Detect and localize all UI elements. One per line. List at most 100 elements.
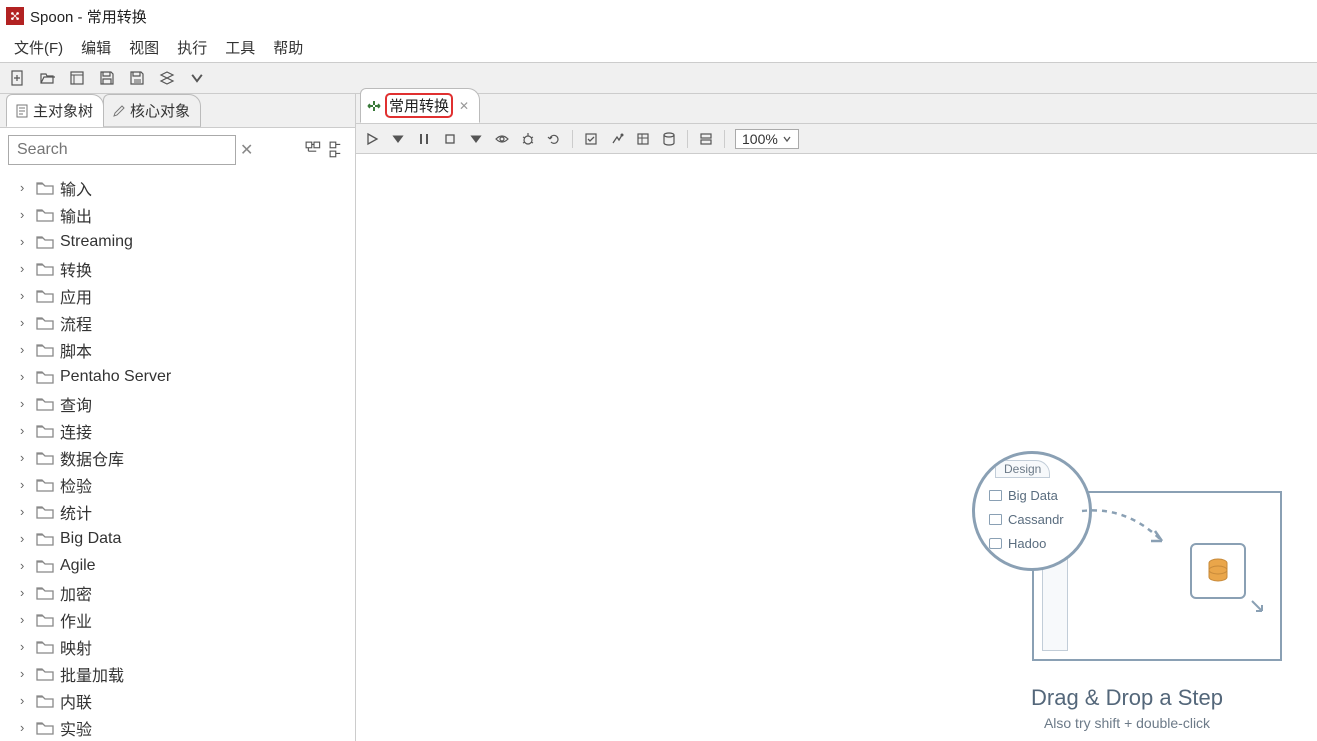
folder-icon (36, 586, 54, 600)
drag-drop-hint: Design Big Data Cassandr Hadoo Drag & Dr… (967, 451, 1287, 731)
search-row: ✕ (0, 128, 355, 172)
app-icon (6, 7, 24, 25)
run-dropdown-icon[interactable] (390, 131, 406, 147)
tree-item[interactable]: ›Agile (0, 552, 355, 579)
tree-item[interactable]: ›检验 (0, 471, 355, 498)
tree-item[interactable]: ›转换 (0, 255, 355, 282)
tree-item[interactable]: ›实验 (0, 714, 355, 741)
pencil-icon (112, 104, 126, 118)
impact-icon[interactable] (609, 131, 625, 147)
menu-tools[interactable]: 工具 (217, 34, 263, 61)
tree-item[interactable]: ›流程 (0, 309, 355, 336)
tab-core-objects[interactable]: 核心对象 (103, 94, 201, 127)
tree-item[interactable]: ›Big Data (0, 525, 355, 552)
transform-icon (367, 99, 381, 113)
chevron-right-icon: › (20, 504, 30, 519)
sql-icon[interactable] (635, 131, 651, 147)
tree-item[interactable]: ›数据仓库 (0, 444, 355, 471)
tree-item[interactable]: ›连接 (0, 417, 355, 444)
tree-item[interactable]: ›应用 (0, 282, 355, 309)
tree-item[interactable]: ›批量加载 (0, 660, 355, 687)
chevron-right-icon: › (20, 207, 30, 222)
explore-icon[interactable] (68, 69, 86, 87)
hint-subtitle: Also try shift + double-click (967, 715, 1287, 731)
verify-icon[interactable] (583, 131, 599, 147)
replay-icon[interactable] (546, 131, 562, 147)
tree-item-label: 输入 (60, 176, 92, 200)
show-results-icon[interactable] (698, 131, 714, 147)
tree-item[interactable]: ›加密 (0, 579, 355, 606)
menu-file[interactable]: 文件(F) (6, 34, 71, 61)
folder-icon (36, 640, 54, 654)
tree-item[interactable]: ›内联 (0, 687, 355, 714)
tree-item[interactable]: ›输入 (0, 174, 355, 201)
run-icon[interactable] (364, 131, 380, 147)
canvas-tab-label: 常用转换 (385, 93, 453, 118)
canvas[interactable]: Design Big Data Cassandr Hadoo Drag & Dr… (356, 154, 1317, 741)
menu-edit[interactable]: 编辑 (73, 34, 119, 61)
clear-search-icon[interactable]: ✕ (240, 140, 253, 160)
folder-icon (36, 721, 54, 735)
tree-item-label: 应用 (60, 284, 92, 308)
chevron-right-icon: › (20, 585, 30, 600)
menu-help[interactable]: 帮助 (265, 34, 311, 61)
separator (572, 130, 573, 148)
search-input[interactable] (8, 135, 236, 165)
chevron-right-icon: › (20, 558, 30, 573)
save-as-icon[interactable] (128, 69, 146, 87)
tree-item[interactable]: ›脚本 (0, 336, 355, 363)
perspective-dropdown-icon[interactable] (188, 69, 206, 87)
tree-item[interactable]: › Streaming (0, 228, 355, 255)
canvas-tab[interactable]: 常用转换 ✕ (360, 88, 480, 123)
tree-item[interactable]: ›映射 (0, 633, 355, 660)
window-title: Spoon - 常用转换 (30, 6, 147, 27)
folder-icon (36, 235, 54, 249)
chevron-right-icon: › (20, 396, 30, 411)
separator (687, 130, 688, 148)
expand-all-icon[interactable] (305, 141, 323, 159)
menu-run[interactable]: 执行 (169, 34, 215, 61)
folder-icon (36, 208, 54, 222)
stop-icon[interactable] (442, 131, 458, 147)
chevron-right-icon: › (20, 450, 30, 465)
tree-item-label: 连接 (60, 419, 92, 443)
tree-item-label: 流程 (60, 311, 92, 335)
pause-icon[interactable] (416, 131, 432, 147)
new-file-icon[interactable] (8, 69, 26, 87)
hint-magnifier-illustration: Design Big Data Cassandr Hadoo (972, 451, 1092, 571)
folder-icon (36, 532, 54, 546)
folder-icon (36, 343, 54, 357)
save-icon[interactable] (98, 69, 116, 87)
tree-item[interactable]: ›查询 (0, 390, 355, 417)
folder-icon (36, 559, 54, 573)
perspective-icon[interactable] (158, 69, 176, 87)
sidebar-tabs: 主对象树 核心对象 (0, 94, 355, 128)
tree-item-label: Streaming (60, 233, 133, 251)
folder-icon (36, 505, 54, 519)
tree-item[interactable]: ›Pentaho Server (0, 363, 355, 390)
open-file-icon[interactable] (38, 69, 56, 87)
hint-title: Drag & Drop a Step (967, 685, 1287, 711)
tab-main-object-tree[interactable]: 主对象树 (6, 94, 104, 127)
tree-item-label: 统计 (60, 500, 92, 524)
debug-icon[interactable] (520, 131, 536, 147)
collapse-all-icon[interactable] (329, 141, 347, 159)
chevron-down-icon (782, 134, 792, 144)
menu-view[interactable]: 视图 (121, 34, 167, 61)
preview-icon[interactable] (494, 131, 510, 147)
folder-icon (36, 613, 54, 627)
tree-item[interactable]: ›作业 (0, 606, 355, 633)
canvas-tabs: 常用转换 ✕ (356, 94, 1317, 124)
folder-icon (36, 451, 54, 465)
stop-dropdown-icon[interactable] (468, 131, 484, 147)
chevron-right-icon: › (20, 261, 30, 276)
tree-item[interactable]: ›输出 (0, 201, 355, 228)
tree-item[interactable]: › 统计 (0, 498, 355, 525)
zoom-selector[interactable]: 100% (735, 129, 799, 149)
chevron-right-icon: › (20, 234, 30, 249)
close-tab-icon[interactable]: ✕ (459, 99, 469, 113)
explore-db-icon[interactable] (661, 131, 677, 147)
titlebar: Spoon - 常用转换 (0, 0, 1317, 32)
canvas-area: 常用转换 ✕ 100% (356, 94, 1317, 741)
chevron-right-icon: › (20, 666, 30, 681)
